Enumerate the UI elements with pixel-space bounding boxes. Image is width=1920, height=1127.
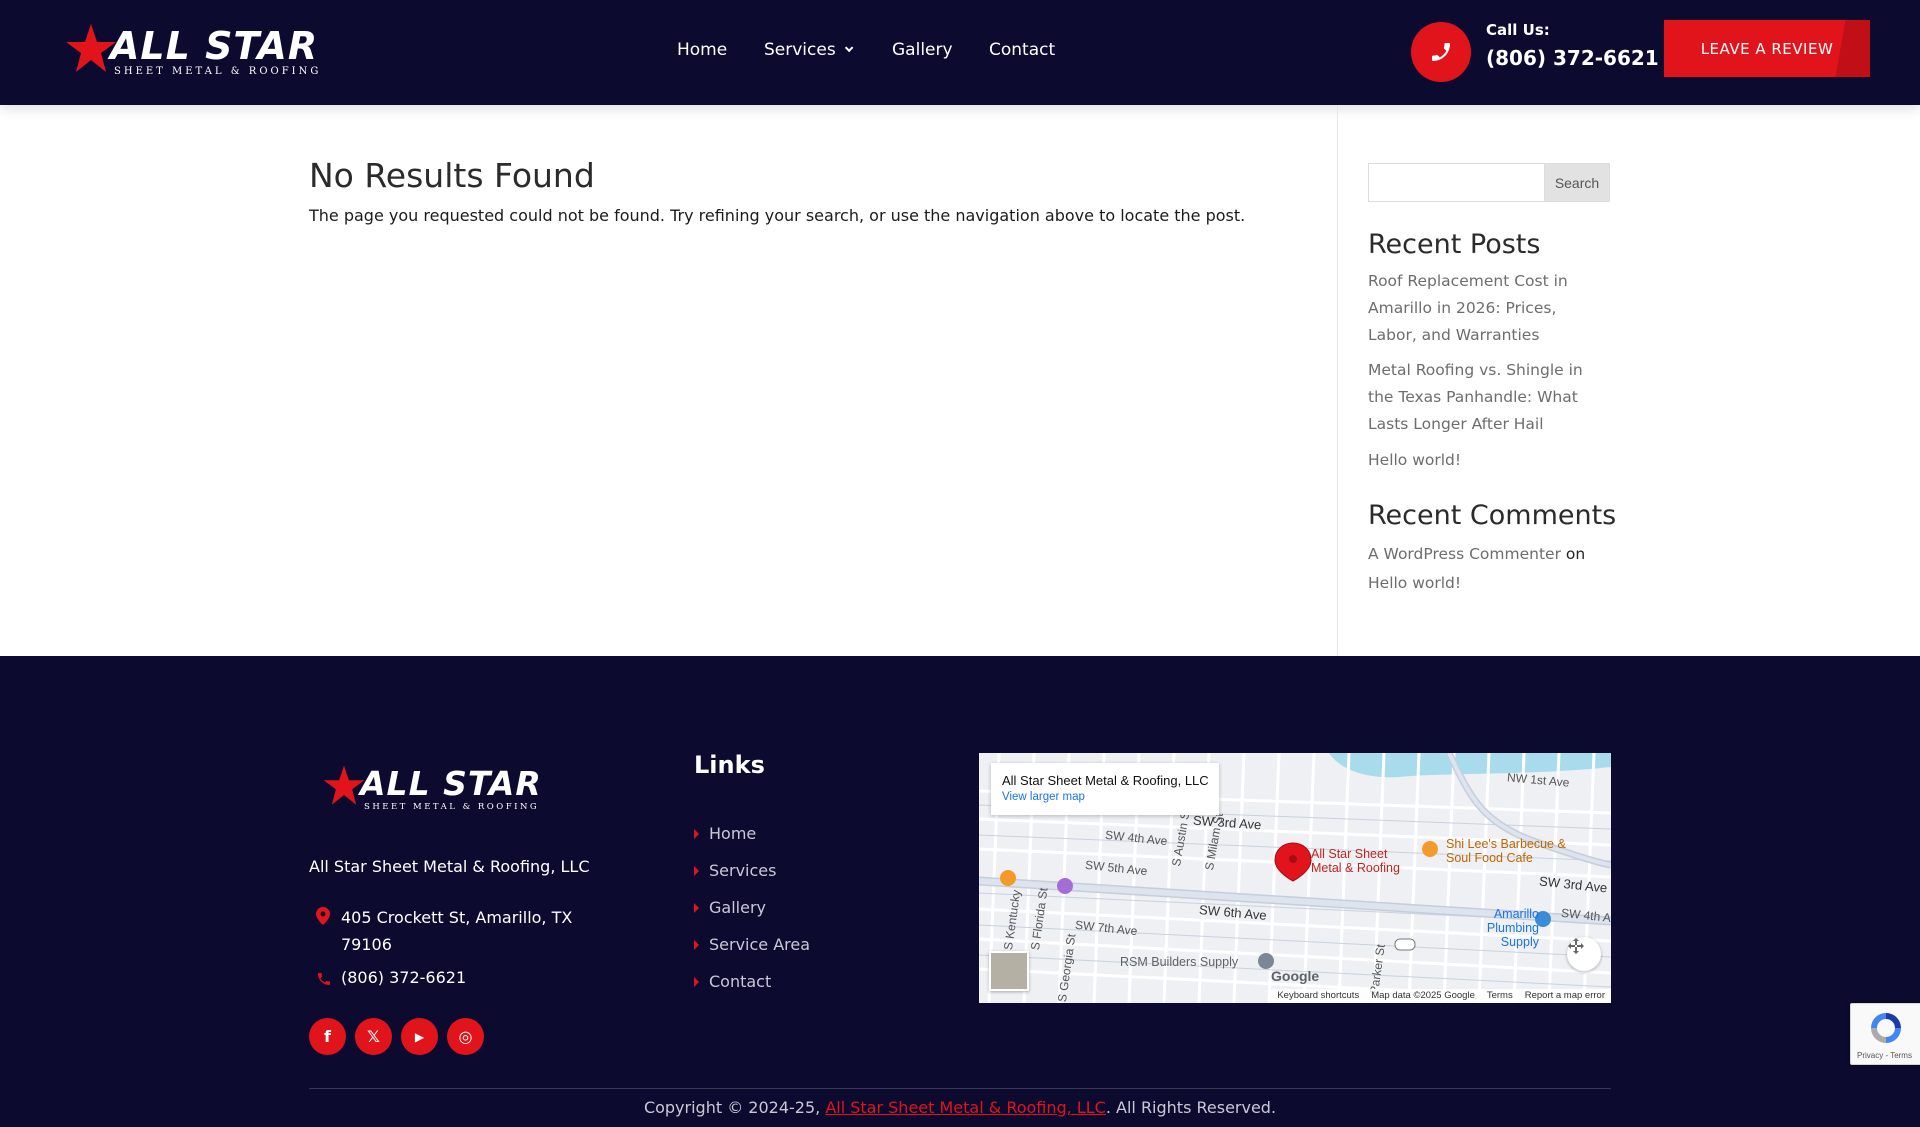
map-pin-label[interactable]: All Star Sheet Metal & Roofing xyxy=(1311,847,1421,875)
footer-link-label: Service Area xyxy=(709,935,811,954)
comment-author-link[interactable]: A WordPress Commenter xyxy=(1368,545,1561,563)
caret-right-icon xyxy=(694,977,699,987)
comment-post-link[interactable]: Hello world! xyxy=(1368,574,1461,592)
recaptcha-label[interactable]: Privacy - Terms xyxy=(1857,1051,1912,1060)
nav-home[interactable]: Home xyxy=(677,40,727,60)
nav-services-label: Services xyxy=(764,40,836,60)
footer-address-text: 405 Crockett St, Amarillo, TX 79106 xyxy=(341,908,573,954)
nav-gallery[interactable]: Gallery xyxy=(892,40,953,60)
facebook-icon[interactable]: f xyxy=(309,1018,346,1055)
footer-logo-brand: ALL STAR xyxy=(360,764,542,803)
view-larger-map-link[interactable]: View larger map xyxy=(1002,791,1208,803)
logo-tagline: SHEET METAL & ROOFING xyxy=(114,66,322,77)
footer-link-label: Contact xyxy=(709,972,772,991)
recent-posts-heading: Recent Posts xyxy=(1368,229,1541,260)
page-title: No Results Found xyxy=(309,156,595,195)
footer-phone-number[interactable]: (806) 372-6621 xyxy=(341,968,466,987)
search-button[interactable]: Search xyxy=(1544,163,1610,202)
caret-right-icon xyxy=(694,940,699,950)
recent-post-link[interactable]: Metal Roofing vs. Shingle in the Texas P… xyxy=(1368,357,1608,438)
call-us-label: Call Us: xyxy=(1486,21,1550,39)
caret-right-icon xyxy=(694,866,699,876)
caret-right-icon xyxy=(694,903,699,913)
site-header: ALL STAR SHEET METAL & ROOFING Home Serv… xyxy=(0,0,1920,105)
expand-icon xyxy=(1568,938,1584,954)
youtube-icon[interactable]: ▶ xyxy=(401,1018,438,1055)
social-links: f 𝕏 ▶ ◎ xyxy=(309,1018,484,1055)
phone-icon xyxy=(1432,43,1450,61)
recent-comments-heading: Recent Comments xyxy=(1368,500,1617,531)
map-place-name: All Star Sheet Metal & Roofing, LLC xyxy=(1002,773,1209,788)
copyright-prefix: Copyright © 2024-25, xyxy=(643,1098,821,1117)
recent-post-link[interactable]: Hello world! xyxy=(1368,447,1608,474)
location-pin-icon xyxy=(316,907,330,925)
leave-review-button[interactable]: LEAVE A REVIEW xyxy=(1664,20,1870,77)
recent-comment: A WordPress Commenter on Hello world! xyxy=(1368,540,1608,598)
search-input[interactable] xyxy=(1368,163,1544,202)
footer-logo-tagline: SHEET METAL & ROOFING xyxy=(364,802,540,812)
nav-contact[interactable]: Contact xyxy=(989,40,1055,60)
map-info-card: All Star Sheet Metal & Roofing, LLC View… xyxy=(991,763,1219,815)
footer-link-label: Home xyxy=(709,824,757,843)
site-logo[interactable]: ALL STAR SHEET METAL & ROOFING xyxy=(64,22,334,82)
chevron-down-icon xyxy=(844,43,854,53)
footer-links-heading: Links xyxy=(694,751,765,779)
map-poi-bbq[interactable]: Shi Lee's Barbecue & Soul Food Cafe xyxy=(1446,837,1576,865)
footer-link-label: Gallery xyxy=(709,898,766,917)
comment-connector: on xyxy=(1565,545,1586,563)
copyright-suffix: . All Rights Reserved. xyxy=(1105,1098,1277,1117)
map-fullscreen-button[interactable] xyxy=(1567,937,1601,971)
footer-divider xyxy=(309,1088,1611,1089)
phone-call-button[interactable] xyxy=(1411,22,1471,82)
map-poi-plumbing[interactable]: Amarillo Plumbing Supply xyxy=(1453,907,1539,949)
map-poi-rsm[interactable]: RSM Builders Supply xyxy=(1120,955,1238,969)
site-footer: ALL STAR SHEET METAL & ROOFING All Star … xyxy=(0,656,1920,1127)
header-phone-number[interactable]: (806) 372-6621 xyxy=(1486,46,1659,70)
google-map[interactable]: SW 3rd Ave SW 4th Ave SW 5th Ave SW 6th … xyxy=(979,753,1611,1003)
phone-icon xyxy=(318,973,330,985)
copyright: Copyright © 2024-25, All Star Sheet Meta… xyxy=(0,1098,1920,1117)
recaptcha-icon xyxy=(1871,1013,1901,1043)
recent-post-link[interactable]: Roof Replacement Cost in Amarillo in 202… xyxy=(1368,268,1608,349)
map-satellite-toggle[interactable] xyxy=(989,951,1029,991)
logo-brand: ALL STAR xyxy=(110,24,319,68)
x-icon[interactable]: 𝕏 xyxy=(355,1018,392,1055)
google-wordmark: Google xyxy=(1271,968,1320,984)
map-terms-link[interactable]: Terms xyxy=(1487,990,1513,1002)
recaptcha-badge[interactable]: Privacy - Terms xyxy=(1850,1003,1920,1065)
caret-right-icon xyxy=(694,829,699,839)
no-results-message: The page you requested could not be foun… xyxy=(309,206,1246,225)
nav-services[interactable]: Services xyxy=(764,40,854,60)
footer-company-name: All Star Sheet Metal & Roofing, LLC xyxy=(309,857,590,876)
map-attribution-bar: Keyboard shortcuts Map data ©2025 Google… xyxy=(1271,989,1611,1003)
footer-link-label: Services xyxy=(709,861,777,880)
sidebar-divider xyxy=(1337,105,1338,656)
map-keyboard-shortcuts[interactable]: Keyboard shortcuts xyxy=(1277,990,1359,1002)
map-report-error-link[interactable]: Report a map error xyxy=(1525,990,1605,1002)
copyright-company-link[interactable]: All Star Sheet Metal & Roofing, LLC xyxy=(825,1098,1106,1117)
search-form: Search xyxy=(1368,163,1610,202)
instagram-icon[interactable]: ◎ xyxy=(447,1018,484,1055)
footer-logo[interactable]: ALL STAR SHEET METAL & ROOFING xyxy=(322,764,552,814)
map-data-credit: Map data ©2025 Google xyxy=(1371,990,1475,1001)
